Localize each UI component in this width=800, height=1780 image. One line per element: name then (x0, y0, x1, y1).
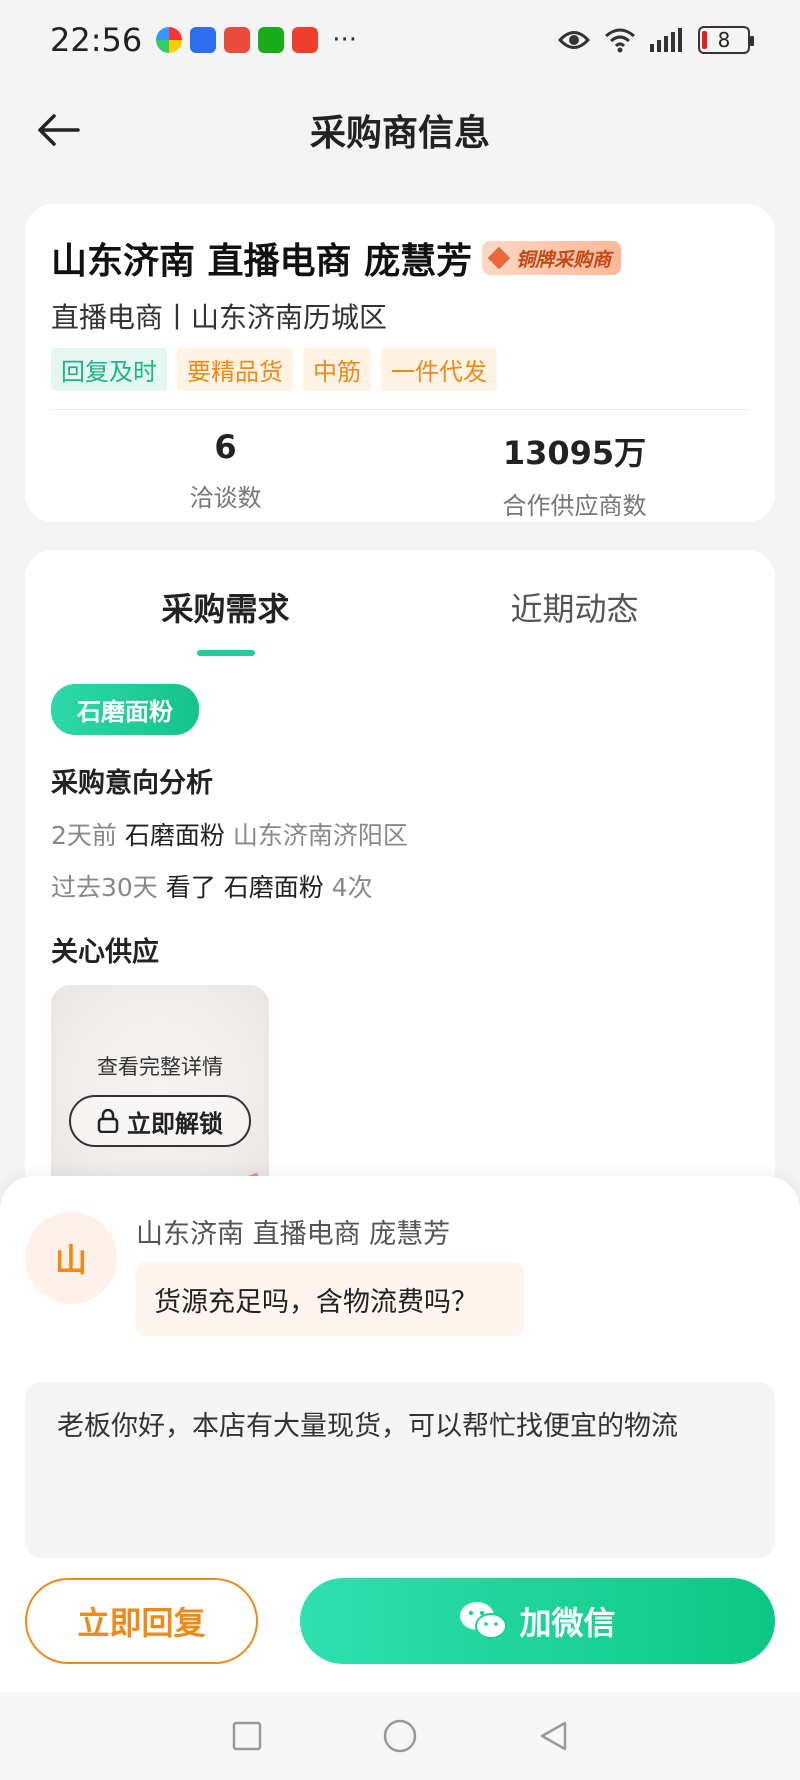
stat-label: 洽谈数 (189, 484, 262, 512)
tab-recent-activity[interactable]: 近期动态 (400, 574, 749, 654)
stat-label: 合作供应商数 (502, 492, 647, 520)
add-wechat-button[interactable]: 加微信 (300, 1578, 775, 1664)
intent-count: 4次 (331, 873, 373, 902)
buyer-stats: 6 洽谈数 13095万 合作供应商数 (51, 428, 749, 521)
signal-icon (650, 28, 682, 52)
reply-now-button[interactable]: 立即回复 (25, 1578, 258, 1664)
more-notifications-icon: ··· (332, 25, 358, 55)
medal-icon (483, 242, 515, 274)
divider (51, 409, 749, 410)
eye-icon (558, 31, 590, 49)
unlock-button[interactable]: 立即解锁 (69, 1095, 251, 1147)
back-arrow-icon (38, 114, 80, 146)
back-nav-button[interactable] (533, 1716, 573, 1756)
blur-overlay (51, 985, 269, 1203)
stat-negotiations: 6 洽谈数 (51, 428, 400, 521)
supply-thumbnail[interactable]: 查看完整详情 立即解锁 (51, 985, 269, 1203)
purchase-detail-card: 采购需求 近期动态 石磨面粉 采购意向分析 2天前 石磨面粉 山东济南济阳区 过… (25, 550, 775, 1210)
action-buttons: 立即回复 加微信 (25, 1578, 775, 1664)
wechat-icon (258, 27, 285, 53)
intent-line: 过去30天 看了 石磨面粉 4次 (51, 868, 749, 904)
wifi-icon (605, 28, 635, 53)
intent-product: 石磨面粉 (124, 821, 225, 850)
square-icon (232, 1721, 261, 1751)
message-sender: 山东济南 直播电商 庞慧芳 (136, 1219, 451, 1250)
buyer-tags: 回复及时 要精品货 中筋 一件代发 (51, 348, 749, 391)
wechat-label: 加微信 (519, 1604, 616, 1642)
triangle-back-icon (541, 1721, 567, 1751)
interested-supply-title: 关心供应 (51, 937, 159, 968)
stat-suppliers: 13095万 合作供应商数 (400, 428, 749, 521)
status-time: 22:56 (50, 21, 143, 59)
message-text: 货源充足吗，含物流费吗？ (154, 1286, 478, 1318)
buyer-subinfo: 直播电商丨山东济南历城区 (51, 301, 388, 334)
intent-region: 山东济南济阳区 (232, 821, 408, 850)
title-bar: 采购商信息 (0, 90, 800, 170)
stat-value: 13095万 (502, 434, 647, 472)
red-gift-app-icon (224, 27, 251, 53)
intent-time: 2天前 (51, 821, 117, 850)
intent-analysis-title: 采购意向分析 (51, 768, 213, 799)
battery-level: 8 (717, 28, 731, 52)
tab-purchase-demand[interactable]: 采购需求 (51, 574, 400, 654)
product-chip[interactable]: 石磨面粉 (51, 684, 199, 735)
buyer-name: 山东济南 直播电商 庞慧芳 (51, 241, 473, 282)
reply-bottom-sheet: 山 山东济南 直播电商 庞慧芳 货源充足吗，含物流费吗？ 老板你好，本店有大量现… (0, 1176, 800, 1696)
circle-icon (383, 1719, 417, 1753)
tag: 一件代发 (381, 348, 497, 391)
avatar: 山 (25, 1212, 117, 1304)
view-details-text: 查看完整详情 (97, 1055, 223, 1079)
lock-icon (97, 1109, 119, 1133)
wechat-icon (460, 1602, 508, 1639)
battery-icon: 8 (698, 26, 754, 54)
message-bubble: 货源充足吗，含物流费吗？ (136, 1262, 524, 1336)
system-nav-bar (0, 1692, 800, 1780)
unlock-label: 立即解锁 (127, 1109, 223, 1138)
status-app-icons: ··· (156, 25, 357, 55)
recent-apps-button[interactable] (227, 1716, 267, 1756)
intent-time: 过去30天 (51, 873, 158, 902)
red-app-icon (292, 27, 319, 53)
intent-line: 2天前 石磨面粉 山东济南济阳区 (51, 816, 749, 852)
back-button[interactable] (34, 108, 84, 152)
reply-input[interactable]: 老板你好，本店有大量现货，可以帮忙找便宜的物流 (25, 1382, 775, 1558)
intent-action: 看了 石磨面粉 (165, 873, 324, 902)
buyer-profile-card: 山东济南 直播电商 庞慧芳 铜牌采购商 直播电商丨山东济南历城区 回复及时 要精… (25, 204, 775, 522)
home-button[interactable] (380, 1716, 420, 1756)
colorful-app-icon (156, 27, 183, 53)
page-title: 采购商信息 (309, 113, 490, 154)
detail-tabs: 采购需求 近期动态 (51, 574, 749, 654)
tag: 回复及时 (51, 348, 167, 391)
badge-label: 铜牌采购商 (516, 248, 612, 271)
status-bar: 22:56 ··· 8 (0, 0, 800, 80)
blue-app-icon (190, 27, 217, 53)
bronze-buyer-badge: 铜牌采购商 (482, 241, 622, 275)
stat-value: 6 (214, 428, 237, 466)
tag: 要精品货 (177, 348, 293, 391)
tag: 中筋 (303, 348, 371, 391)
